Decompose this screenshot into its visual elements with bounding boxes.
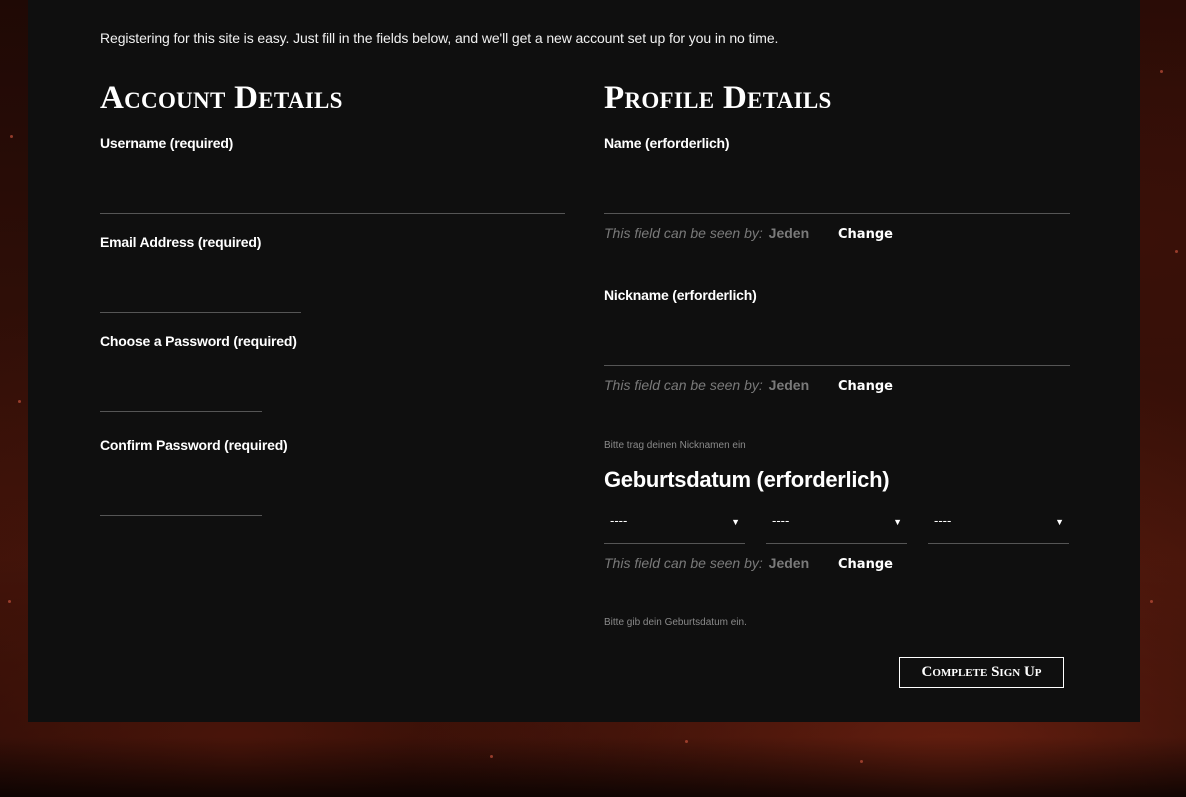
ember-spark	[1160, 70, 1163, 73]
birthday-label: Geburtsdatum (erforderlich)	[604, 467, 890, 492]
nickname-input[interactable]	[604, 325, 1070, 366]
dropdown-arrow-icon: ▼	[893, 517, 902, 527]
account-details-section: Account Details	[100, 78, 565, 118]
username-label: Username (required)	[100, 135, 234, 151]
ember-spark	[1150, 600, 1153, 603]
birthday-month-select[interactable]: ---- ▼	[766, 511, 907, 544]
complete-signup-button[interactable]: Complete Sign Up	[899, 657, 1064, 688]
birthday-hint: Bitte gib dein Geburtsdatum ein.	[604, 617, 747, 628]
profile-details-heading: Profile Details	[604, 80, 832, 116]
ember-spark	[18, 400, 21, 403]
account-details-heading: Account Details	[100, 80, 343, 116]
confirm-password-label: Confirm Password (required)	[100, 437, 288, 453]
email-input[interactable]	[100, 272, 301, 313]
nickname-change-link[interactable]: Change	[838, 379, 893, 394]
year-value: ----	[934, 513, 952, 528]
password-label: Choose a Password (required)	[100, 333, 297, 349]
ember-spark	[860, 760, 863, 763]
registration-panel: Registering for this site is easy. Just …	[28, 0, 1140, 722]
password-input[interactable]	[100, 371, 262, 412]
visibility-value: Jeden	[768, 225, 810, 241]
birthday-year-select[interactable]: ---- ▼	[928, 511, 1069, 544]
day-value: ----	[610, 513, 628, 528]
name-visibility: This field can be seen by: Jeden	[604, 225, 809, 241]
background-shade	[0, 737, 1186, 797]
name-input[interactable]	[604, 173, 1070, 214]
username-input[interactable]	[100, 173, 565, 214]
visibility-text: This field can be seen by:	[604, 225, 763, 241]
dropdown-arrow-icon: ▼	[731, 517, 740, 527]
nickname-label: Nickname (erforderlich)	[604, 287, 757, 303]
ember-spark	[685, 740, 688, 743]
nickname-hint: Bitte trag deinen Nicknamen ein	[604, 440, 746, 451]
ember-spark	[8, 600, 11, 603]
profile-details-section: Profile Details	[604, 78, 1070, 118]
intro-text: Registering for this site is easy. Just …	[100, 30, 779, 46]
birthday-day-select[interactable]: ---- ▼	[604, 511, 745, 544]
birthday-visibility: This field can be seen by: Jeden	[604, 555, 809, 571]
name-change-link[interactable]: Change	[838, 227, 893, 242]
ember-spark	[490, 755, 493, 758]
email-label: Email Address (required)	[100, 234, 262, 250]
visibility-text: This field can be seen by:	[604, 377, 763, 393]
visibility-value: Jeden	[768, 555, 810, 571]
nickname-visibility: This field can be seen by: Jeden	[604, 377, 809, 393]
visibility-text: This field can be seen by:	[604, 555, 763, 571]
birthday-change-link[interactable]: Change	[838, 557, 893, 572]
ember-spark	[10, 135, 13, 138]
dropdown-arrow-icon: ▼	[1055, 517, 1064, 527]
name-label: Name (erforderlich)	[604, 135, 730, 151]
confirm-password-input[interactable]	[100, 475, 262, 516]
visibility-value: Jeden	[768, 377, 810, 393]
ember-spark	[1175, 250, 1178, 253]
month-value: ----	[772, 513, 790, 528]
